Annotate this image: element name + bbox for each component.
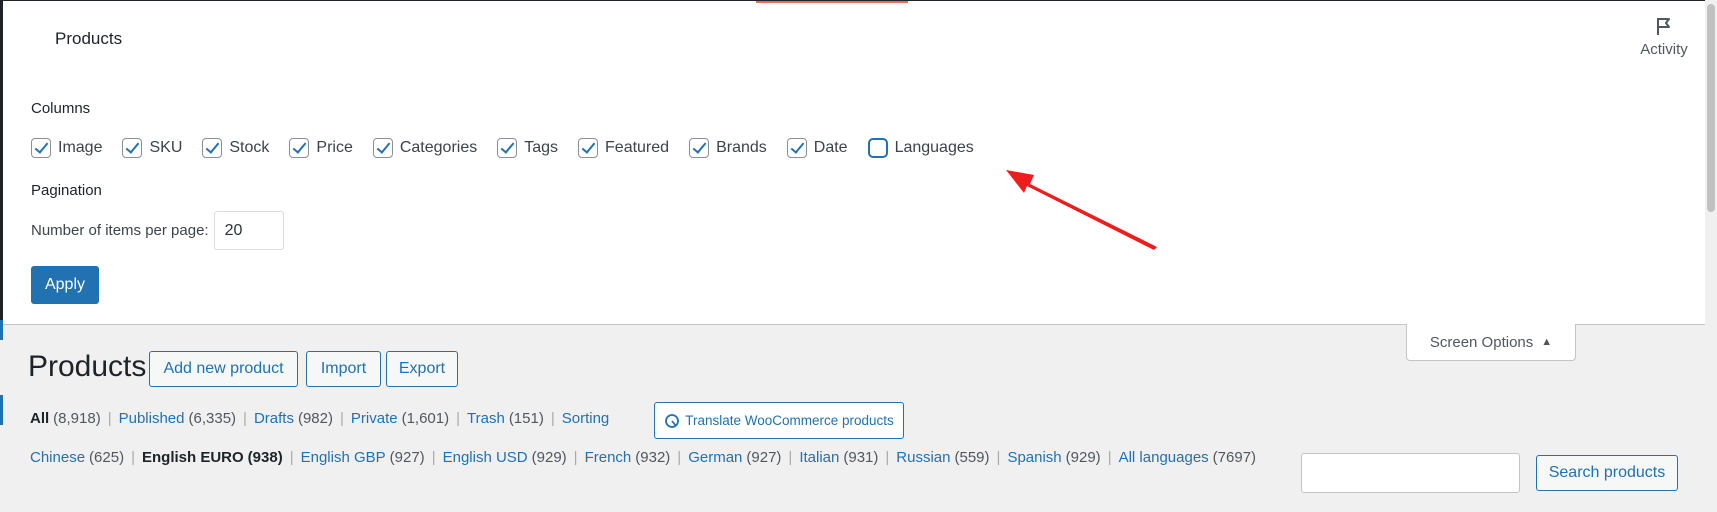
language-count: (931)	[843, 449, 879, 466]
activity-button[interactable]: Activity	[1633, 15, 1695, 58]
column-label: SKU	[149, 139, 183, 156]
language-filter-russian[interactable]: Russian	[896, 449, 950, 466]
page-title: Products	[28, 350, 147, 383]
checkbox-price[interactable]	[289, 138, 310, 158]
items-per-page-row: Number of items per page:	[31, 211, 284, 250]
status-count: (982)	[297, 410, 333, 427]
language-filter-english-gbp[interactable]: English GBP	[301, 449, 386, 466]
checkbox-tags[interactable]	[497, 138, 518, 158]
language-count: (559)	[954, 449, 990, 466]
apply-button[interactable]: Apply	[31, 266, 99, 304]
status-filter-drafts[interactable]: Drafts	[254, 410, 294, 427]
edge-mark	[0, 395, 3, 425]
items-per-page-input[interactable]	[213, 211, 284, 250]
language-filter-all-languages[interactable]: All languages	[1119, 449, 1209, 466]
items-per-page-label: Number of items per page:	[31, 222, 209, 239]
pagination-title: Pagination	[31, 182, 102, 199]
screen-options-tab-label: Screen Options	[1429, 333, 1534, 351]
column-label: Price	[316, 139, 353, 156]
column-option-languages[interactable]: Languages	[867, 138, 974, 158]
activity-label: Activity	[1640, 41, 1688, 58]
product-search-input[interactable]	[1301, 453, 1520, 493]
language-count: (932)	[635, 449, 671, 466]
columns-title: Columns	[31, 100, 91, 117]
column-option-categories[interactable]: Categories	[372, 138, 478, 158]
language-count: (927)	[746, 449, 782, 466]
checkbox-brands[interactable]	[689, 138, 710, 158]
column-label: Featured	[605, 139, 670, 156]
translate-woocommerce-products-button[interactable]: Translate WooCommerce products	[654, 402, 904, 439]
checkbox-categories[interactable]	[372, 138, 393, 158]
column-label: Tags	[524, 139, 559, 156]
checkbox-sku[interactable]	[122, 138, 143, 158]
checkbox-image[interactable]	[31, 138, 51, 158]
column-label: Brands	[716, 139, 767, 156]
vertical-scrollbar[interactable]	[1705, 0, 1717, 512]
edge-mark	[0, 320, 3, 340]
column-option-date[interactable]: Date	[786, 138, 848, 158]
import-button[interactable]: Import	[306, 351, 381, 387]
language-filter-french[interactable]: French	[585, 449, 632, 466]
translate-icon	[665, 413, 680, 428]
language-filter-german[interactable]: German	[688, 449, 742, 466]
status-filter-published[interactable]: Published	[119, 410, 185, 427]
checkbox-featured[interactable]	[578, 138, 599, 158]
column-option-brands[interactable]: Brands	[689, 138, 767, 158]
language-filter-english-euro[interactable]: English EURO	[142, 449, 244, 466]
screen-options-panel: Products Activity Columns Image SKU Stoc…	[0, 0, 1705, 325]
columns-options: Image SKU Stock Price Categories Tags Fe…	[31, 138, 994, 158]
triangle-up-icon: ▲	[1541, 336, 1553, 348]
status-filter-all[interactable]: All	[30, 410, 49, 427]
column-label: Image	[58, 139, 103, 156]
status-filter-private[interactable]: Private	[351, 410, 398, 427]
checkbox-date[interactable]	[786, 138, 807, 158]
scrollbar-thumb[interactable]	[1707, 4, 1715, 212]
language-count: (929)	[531, 449, 567, 466]
column-label: Categories	[399, 139, 478, 156]
language-filter-italian[interactable]: Italian	[799, 449, 839, 466]
checkbox-languages[interactable]	[867, 138, 888, 158]
column-option-image[interactable]: Image	[31, 138, 102, 158]
language-count: (7697)	[1212, 449, 1257, 466]
column-label: Date	[813, 139, 848, 156]
language-filter-chinese[interactable]: Chinese	[30, 449, 85, 466]
status-filter-trash[interactable]: Trash	[467, 410, 505, 427]
top-accent-bar	[756, 1, 908, 3]
status-count: (8,918)	[53, 410, 101, 427]
language-count: (625)	[89, 449, 125, 466]
translate-label: Translate WooCommerce products	[685, 413, 894, 428]
column-option-featured[interactable]: Featured	[578, 138, 669, 158]
flag-icon	[1657, 18, 1670, 35]
language-filter-english-usd[interactable]: English USD	[443, 449, 528, 466]
column-option-stock[interactable]: Stock	[202, 138, 269, 158]
status-count: (6,335)	[188, 410, 237, 427]
column-label: Languages	[894, 139, 974, 156]
language-count: (927)	[389, 449, 425, 466]
status-count: (151)	[508, 410, 544, 427]
status-filter-sorting[interactable]: Sorting	[562, 410, 610, 427]
language-filters: Chinese (625) | English EURO (938) | Eng…	[30, 449, 1257, 466]
column-option-price[interactable]: Price	[289, 138, 353, 158]
status-count: (1,601)	[401, 410, 450, 427]
column-label: Stock	[229, 139, 270, 156]
add-new-product-button[interactable]: Add new product	[149, 351, 298, 387]
status-filters: All (8,918) | Published (6,335) | Drafts…	[30, 410, 610, 427]
column-option-tags[interactable]: Tags	[497, 138, 558, 158]
column-option-sku[interactable]: SKU	[122, 138, 182, 158]
export-button[interactable]: Export	[386, 351, 458, 387]
screen-options-tab[interactable]: Screen Options ▲	[1406, 324, 1576, 361]
language-count: (938)	[247, 449, 283, 466]
checkbox-stock[interactable]	[202, 138, 223, 158]
language-filter-spanish[interactable]: Spanish	[1007, 449, 1061, 466]
search-products-button[interactable]: Search products	[1536, 455, 1678, 491]
language-count: (929)	[1065, 449, 1101, 466]
page-label: Products	[55, 29, 123, 48]
